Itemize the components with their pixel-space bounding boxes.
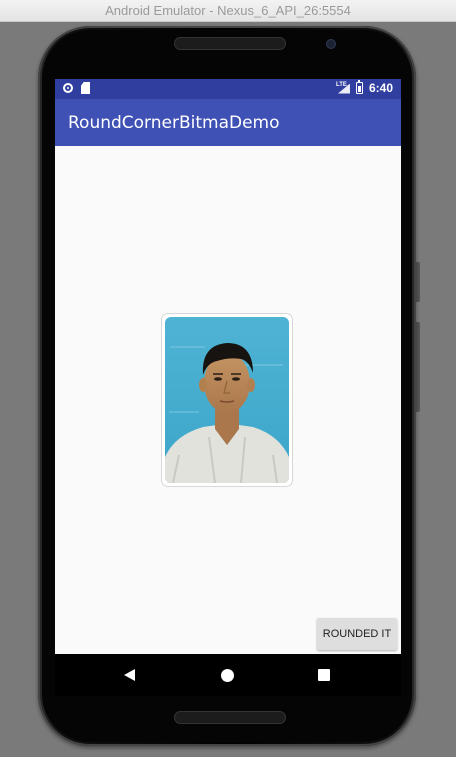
status-bar: LTE 6:40 — [55, 79, 401, 99]
sd-card-icon — [81, 82, 90, 94]
power-button[interactable] — [416, 262, 420, 302]
notification-circle-icon — [63, 83, 73, 93]
rounded-it-button[interactable]: ROUNDED IT — [317, 618, 397, 650]
home-icon[interactable] — [221, 669, 234, 682]
recents-icon[interactable] — [318, 669, 330, 681]
app-bar: RoundCornerBitmaDemo — [55, 99, 401, 146]
emulator-window-title: Android Emulator - Nexus_6_API_26:5554 — [0, 0, 456, 22]
front-camera-icon — [327, 40, 335, 48]
top-speaker — [174, 37, 286, 50]
photo-frame — [161, 313, 293, 487]
device-screen: LTE 6:40 RoundCornerBitmaDemo ROUNDED IT — [55, 79, 401, 696]
app-title: RoundCornerBitmaDemo — [68, 113, 280, 133]
volume-button[interactable] — [416, 322, 420, 412]
back-icon[interactable] — [124, 669, 135, 681]
battery-icon — [355, 80, 363, 94]
lte-signal-icon: LTE — [336, 82, 350, 95]
main-content: ROUNDED IT — [55, 146, 401, 654]
portrait-image — [165, 317, 289, 483]
status-time: 6:40 — [368, 81, 393, 95]
navigation-bar — [55, 654, 401, 696]
network-label: LTE — [335, 81, 347, 88]
bottom-speaker — [174, 711, 286, 724]
